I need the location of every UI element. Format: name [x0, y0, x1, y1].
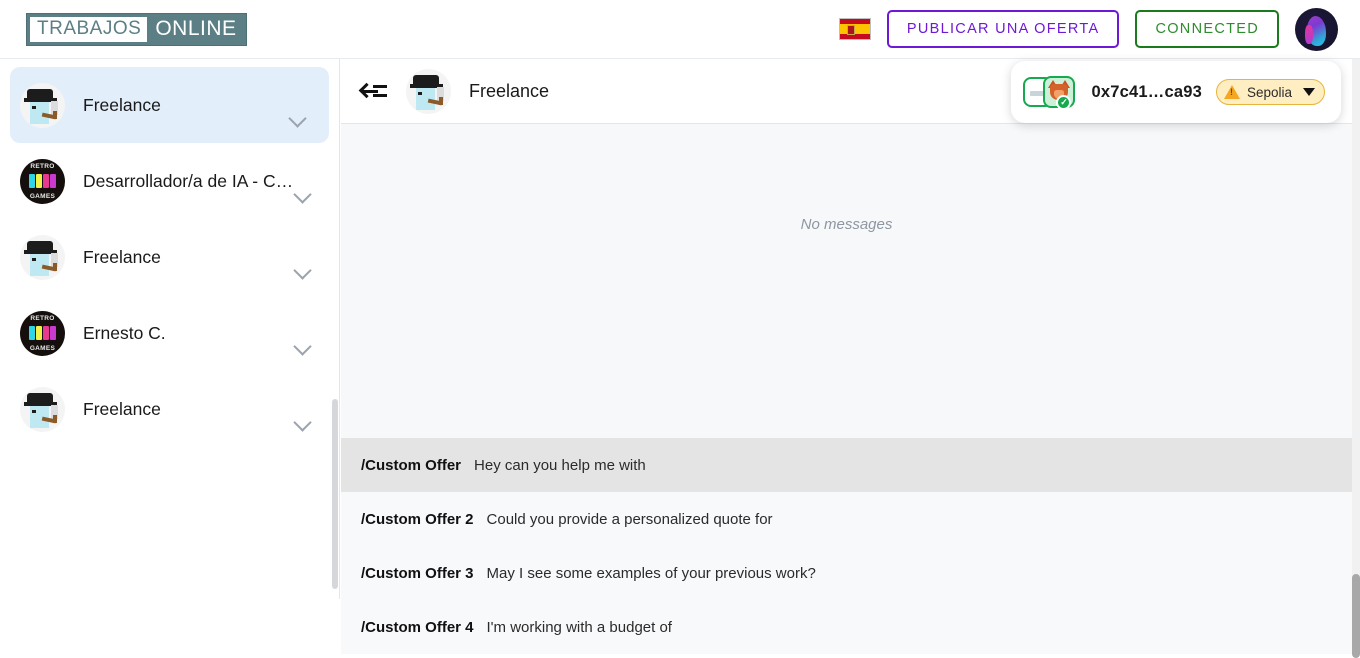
page-title: Freelance — [469, 80, 550, 101]
network-name: Sepolia — [1246, 84, 1292, 100]
suggestion-command: /Custom Offer 4 — [361, 619, 474, 636]
list-item[interactable]: /Custom Offer Hey can you help me with — [341, 438, 1352, 492]
list-item[interactable]: /Custom Offer 2 Could you provide a pers… — [341, 492, 1352, 546]
avatar[interactable] — [1295, 7, 1338, 51]
retro-games-avatar: RETRO GAMES — [20, 158, 65, 204]
retro-logo-bottom: GAMES — [29, 192, 56, 200]
connected-status-button[interactable]: CONNECTED — [1135, 10, 1279, 48]
chevron-down-icon[interactable] — [288, 109, 307, 128]
collapse-back-icon[interactable] — [358, 76, 389, 106]
logo-text-online: ONLINE — [155, 17, 237, 40]
sidebar-item-ernesto-c[interactable]: RETRO GAMES Ernesto C. — [0, 295, 339, 371]
warning-triangle-icon — [1223, 85, 1240, 99]
sidebar-item-freelance-1[interactable]: Freelance — [10, 67, 329, 143]
cryptopunk-avatar — [20, 386, 65, 432]
publish-offer-button[interactable]: PUBLICAR UNA OFERTA — [886, 10, 1120, 48]
suggestion-command: /Custom Offer — [361, 457, 462, 474]
sidebar-item-label: Ernesto C. — [83, 322, 166, 343]
flag-coat-of-arms — [846, 25, 855, 35]
sidebar-item-desarrollador-ia[interactable]: RETRO GAMES Desarrollador/a de IA - Chat… — [0, 143, 339, 219]
sidebar-item-label: Desarrollador/a de IA - Chat ... — [83, 170, 298, 191]
empty-state-text: No messages — [800, 216, 893, 233]
message-list: No messages — [341, 124, 1352, 438]
cryptopunk-avatar — [20, 82, 65, 128]
chat-panel: Freelance No messages /Custom Offer Hey … — [341, 59, 1352, 654]
list-item[interactable]: /Custom Offer 4 I'm working with a budge… — [341, 600, 1352, 654]
sidebar-scrollbar[interactable] — [332, 59, 339, 599]
page-scrollbar-thumb[interactable] — [1352, 574, 1360, 658]
chevron-down-icon[interactable] — [293, 413, 312, 432]
retro-logo-top: RETRO — [30, 162, 55, 170]
sidebar-item-freelance-2[interactable]: Freelance — [0, 219, 339, 295]
top-navigation-bar: TRABAJOS ONLINE PUBLICAR UNA OFERTA CONN… — [0, 0, 1360, 59]
chevron-down-icon[interactable] — [293, 261, 312, 280]
check-icon: ✓ — [1056, 95, 1072, 110]
cryptopunk-avatar — [406, 68, 451, 114]
list-item[interactable]: /Custom Offer 3 May I see some examples … — [341, 546, 1352, 600]
sidebar-item-label: Freelance — [83, 94, 161, 115]
suggestion-command: /Custom Offer 3 — [361, 565, 474, 582]
sidebar-scrollbar-thumb[interactable] — [332, 399, 338, 589]
suggestion-text: I'm working with a budget of — [486, 619, 672, 636]
suggestion-command: /Custom Offer 2 — [361, 511, 474, 528]
cryptopunk-avatar — [20, 234, 65, 280]
metamask-fox-icon: ✓ — [1023, 75, 1077, 110]
retro-games-avatar: RETRO GAMES — [20, 310, 65, 356]
suggestion-text: Hey can you help me with — [474, 457, 646, 474]
site-logo[interactable]: TRABAJOS ONLINE — [26, 12, 247, 46]
wallet-address[interactable]: 0x7c41…ca93 — [1091, 83, 1201, 102]
wallet-widget[interactable]: ✓ 0x7c41…ca93 Sepolia — [1011, 61, 1341, 123]
sidebar-item-label: Freelance — [83, 246, 161, 267]
suggestion-text: Could you provide a personalized quote f… — [486, 511, 773, 528]
logo-text-trabajos: TRABAJOS — [30, 16, 148, 42]
page-scrollbar[interactable] — [1352, 59, 1360, 658]
spain-flag-icon[interactable] — [838, 18, 871, 40]
command-suggestion-list[interactable]: /Custom Offer Hey can you help me with /… — [341, 438, 1352, 654]
suggestion-text: May I see some examples of your previous… — [486, 565, 816, 582]
retro-logo-top: RETRO — [30, 314, 55, 322]
network-selector[interactable]: Sepolia — [1215, 79, 1325, 105]
conversation-sidebar[interactable]: Freelance RETRO GAMES Desarrollador/a de… — [0, 59, 340, 599]
sidebar-item-freelance-3[interactable]: Freelance — [0, 371, 339, 447]
top-bar-actions: PUBLICAR UNA OFERTA CONNECTED — [838, 7, 1338, 51]
chevron-down-icon[interactable] — [1303, 88, 1315, 96]
sidebar-item-label: Freelance — [83, 398, 161, 419]
retro-logo-bottom: GAMES — [29, 344, 56, 352]
chevron-down-icon[interactable] — [293, 337, 312, 356]
